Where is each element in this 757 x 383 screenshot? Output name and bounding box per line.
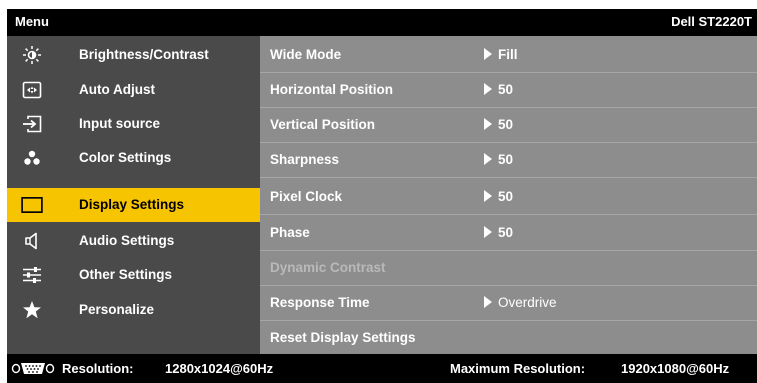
- play-arrow-icon: [484, 190, 492, 202]
- menu-item-label: Auto Adjust: [79, 82, 155, 97]
- setting-label: Pixel Clock: [270, 189, 343, 204]
- play-arrow-icon: [484, 118, 492, 130]
- osd-status-bar: Resolution: 1280x1024@60Hz Maximum Resol…: [7, 354, 757, 383]
- setting-value-text: 50: [498, 189, 514, 204]
- max-resolution-value: 1920x1080@60Hz: [621, 361, 730, 376]
- setting-value: Overdrive: [484, 295, 557, 310]
- setting-row-wide-mode[interactable]: Wide Mode Fill: [260, 38, 757, 72]
- setting-row-phase[interactable]: Phase 50: [260, 216, 757, 250]
- menu-item-label: Input source: [79, 116, 161, 131]
- sliders-icon: [21, 264, 43, 286]
- menu-item-audio-settings[interactable]: Audio Settings: [7, 224, 260, 258]
- play-arrow-icon: [484, 226, 492, 238]
- menu-item-label: Other Settings: [79, 267, 173, 282]
- setting-value: Fill: [484, 47, 518, 62]
- setting-row-vertical-position[interactable]: Vertical Position 50: [260, 108, 757, 142]
- setting-label: Response Time: [270, 295, 370, 310]
- menu-item-input-source[interactable]: Input source: [7, 107, 260, 141]
- menu-item-color-settings[interactable]: Color Settings: [7, 141, 260, 175]
- menu-item-display-settings[interactable]: Display Settings: [7, 188, 260, 222]
- menu-item-auto-adjust[interactable]: Auto Adjust: [7, 73, 260, 107]
- play-arrow-icon: [484, 296, 492, 308]
- setting-label: Wide Mode: [270, 47, 342, 62]
- brightness-icon: [21, 44, 43, 66]
- input-source-icon: [21, 113, 43, 135]
- setting-value: 50: [484, 82, 513, 97]
- setting-row-reset-display-settings[interactable]: Reset Display Settings: [260, 321, 757, 355]
- setting-value-text: Fill: [498, 47, 518, 62]
- setting-value-text: 50: [498, 117, 514, 132]
- setting-value: 50: [484, 152, 513, 167]
- setting-value-text: 50: [498, 225, 514, 240]
- menu-item-label: Color Settings: [79, 150, 172, 165]
- menu-title: Menu: [15, 14, 49, 29]
- menu-item-label: Display Settings: [79, 197, 185, 212]
- menu-item-label: Brightness/Contrast: [79, 47, 209, 62]
- setting-label: Reset Display Settings: [270, 330, 416, 345]
- setting-label: Dynamic Contrast: [270, 260, 386, 275]
- star-icon: [21, 299, 43, 321]
- setting-value-text: 50: [498, 152, 514, 167]
- setting-label: Sharpness: [270, 152, 340, 167]
- play-arrow-icon: [484, 83, 492, 95]
- row-divider: [260, 214, 757, 215]
- color-settings-icon: [21, 147, 43, 169]
- play-arrow-icon: [484, 48, 492, 60]
- setting-row-dynamic-contrast: Dynamic Contrast: [260, 251, 757, 285]
- setting-label: Phase: [270, 225, 310, 240]
- auto-adjust-icon: [21, 79, 43, 101]
- display-settings-panel: Wide Mode Fill Horizontal Position 50 Ve…: [260, 36, 757, 354]
- resolution-value: 1280x1024@60Hz: [165, 361, 274, 376]
- monitor-osd: Menu Dell ST2220T Brightness/Contrast Au…: [7, 9, 757, 383]
- row-divider: [260, 177, 757, 178]
- vga-connector-icon: [11, 361, 55, 376]
- menu-item-personalize[interactable]: Personalize: [7, 293, 260, 327]
- speaker-icon: [21, 230, 43, 252]
- menu-item-label: Audio Settings: [79, 233, 175, 248]
- setting-label: Horizontal Position: [270, 82, 393, 97]
- main-menu: Brightness/Contrast Auto Adjust Input so…: [7, 36, 260, 354]
- play-arrow-icon: [484, 153, 492, 165]
- setting-row-pixel-clock[interactable]: Pixel Clock 50: [260, 180, 757, 214]
- setting-label: Vertical Position: [270, 117, 376, 132]
- max-resolution-label: Maximum Resolution:: [450, 361, 586, 376]
- menu-item-other-settings[interactable]: Other Settings: [7, 258, 260, 292]
- monitor-model: Dell ST2220T: [671, 14, 752, 29]
- setting-value: 50: [484, 189, 513, 204]
- setting-value-text: 50: [498, 82, 514, 97]
- menu-item-brightness-contrast[interactable]: Brightness/Contrast: [7, 38, 260, 72]
- osd-header: Menu Dell ST2220T: [7, 9, 757, 36]
- resolution-label: Resolution:: [62, 361, 134, 376]
- setting-value-text: Overdrive: [498, 295, 557, 310]
- setting-row-sharpness[interactable]: Sharpness 50: [260, 143, 757, 177]
- setting-value: 50: [484, 117, 513, 132]
- setting-value: 50: [484, 225, 513, 240]
- menu-item-label: Personalize: [79, 302, 155, 317]
- display-icon: [21, 194, 43, 216]
- setting-row-response-time[interactable]: Response Time Overdrive: [260, 286, 757, 320]
- setting-row-horizontal-position[interactable]: Horizontal Position 50: [260, 73, 757, 107]
